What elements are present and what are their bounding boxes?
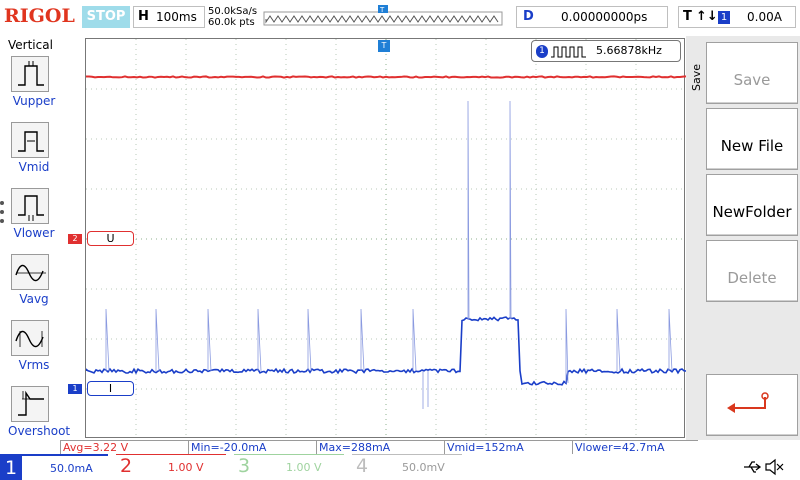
- vertical-measure-menu: Vertical Vupper Vmid Vlower Vavg Vrms Ov…: [0, 36, 58, 441]
- measurement-vmid[interactable]: Vmid=152mA: [444, 440, 572, 454]
- ch4-status[interactable]: 4 50.0mV: [352, 454, 462, 480]
- delete-button[interactable]: Delete: [706, 240, 798, 302]
- overshoot-icon: [11, 386, 49, 422]
- frequency-readout[interactable]: 1 5.66878kHz: [531, 40, 681, 62]
- measurement-min[interactable]: Min=-20.0mA: [188, 440, 316, 454]
- square-wave-icon: [550, 44, 590, 60]
- delay-box[interactable]: D 0.00000000ps: [516, 6, 668, 28]
- trigger-time-marker[interactable]: T: [378, 40, 390, 52]
- channel-status-bar: 1 50.0mA 2 1.00 V 3 1.00 V 4 50.0mV: [0, 454, 800, 480]
- ch1-spike-trace: [106, 101, 672, 409]
- frequency-value: 5.66878kHz: [596, 44, 662, 57]
- freq-channel-badge: 1: [536, 45, 548, 58]
- measurement-avg[interactable]: Avg=3.22 V: [60, 440, 188, 454]
- timebase-scale: 100ms: [156, 10, 197, 24]
- sample-rate: 50.0kSa/s: [208, 6, 257, 17]
- usb-icon: [742, 459, 764, 475]
- trigger-level: 0.00A: [747, 10, 782, 24]
- ch2-offset-marker[interactable]: 2: [68, 234, 82, 244]
- trigger-position-marker: T: [379, 6, 385, 14]
- memory-points: 60.0k pts: [208, 17, 255, 28]
- ch2-status[interactable]: 2 1.00 V: [116, 454, 226, 480]
- vupper-icon: [11, 56, 49, 92]
- mute-icon[interactable]: [764, 458, 784, 476]
- vlower-icon: [11, 188, 49, 224]
- measurement-bar: Avg=3.22 V Min=-20.0mA Max=288mA Vmid=15…: [60, 440, 800, 454]
- ch1-number: 1: [0, 456, 22, 480]
- ch3-status[interactable]: 3 1.00 V: [234, 454, 344, 480]
- vrms-icon: [11, 320, 49, 356]
- ch3-scale: 1.00 V: [286, 461, 322, 474]
- measure-overshoot[interactable]: Overshoot: [8, 386, 54, 448]
- ch2-trace: [86, 76, 686, 77]
- run-stop-indicator[interactable]: STOP: [82, 6, 130, 28]
- trigger-source-badge: 1: [718, 11, 730, 24]
- measure-vrms[interactable]: Vrms: [8, 320, 54, 382]
- ch1-scale: 50.0mA: [50, 462, 93, 475]
- top-status-bar: RIGOL STOP H 100ms 50.0kSa/s 60.0k pts T…: [0, 0, 800, 36]
- save-menu-title: Save: [690, 64, 704, 91]
- new-folder-button[interactable]: NewFolder: [706, 174, 798, 236]
- ch2-number: 2: [120, 455, 132, 477]
- ch4-number: 4: [356, 455, 368, 477]
- save-menu: Save Save New File NewFolder Delete: [686, 36, 800, 441]
- timebase-box[interactable]: H 100ms: [133, 6, 205, 28]
- timebase-letter: H: [138, 9, 149, 24]
- waveform-display[interactable]: 1 5.66878kHz U I: [85, 38, 685, 438]
- brand-logo: RIGOL: [4, 5, 75, 27]
- menu-title: Vertical: [8, 38, 53, 52]
- memory-overview[interactable]: T: [262, 6, 504, 28]
- measurement-vlower[interactable]: Vlower=42.7mA: [572, 440, 698, 454]
- ch3-number: 3: [238, 455, 250, 477]
- ch2-label-box[interactable]: U: [87, 231, 134, 246]
- ch1-offset-marker[interactable]: 1: [68, 384, 82, 394]
- ch4-scale: 50.0mV: [402, 461, 445, 474]
- return-button[interactable]: [706, 374, 798, 436]
- scroll-dots[interactable]: [0, 201, 4, 223]
- measure-vavg[interactable]: Vavg: [8, 254, 54, 316]
- new-file-button[interactable]: New File: [706, 108, 798, 170]
- delay-value: 0.00000000ps: [561, 10, 647, 24]
- measurement-max[interactable]: Max=288mA: [316, 440, 444, 454]
- measure-vupper[interactable]: Vupper: [8, 56, 54, 118]
- return-arrow-icon: [707, 375, 797, 435]
- vmid-icon: [11, 122, 49, 158]
- vavg-icon: [11, 254, 49, 290]
- trigger-edge-icon: ↑↓: [696, 9, 718, 24]
- measure-vmid[interactable]: Vmid: [8, 122, 54, 184]
- save-button[interactable]: Save: [706, 42, 798, 104]
- ch1-status[interactable]: 1 50.0mA: [0, 454, 108, 480]
- delay-letter: D: [523, 9, 534, 24]
- trigger-letter: T: [683, 9, 692, 24]
- trigger-box[interactable]: T ↑↓ 1 0.00A: [678, 6, 796, 28]
- ch2-scale: 1.00 V: [168, 461, 204, 474]
- measure-vlower[interactable]: Vlower: [8, 188, 54, 250]
- ch1-label-box[interactable]: I: [87, 381, 134, 396]
